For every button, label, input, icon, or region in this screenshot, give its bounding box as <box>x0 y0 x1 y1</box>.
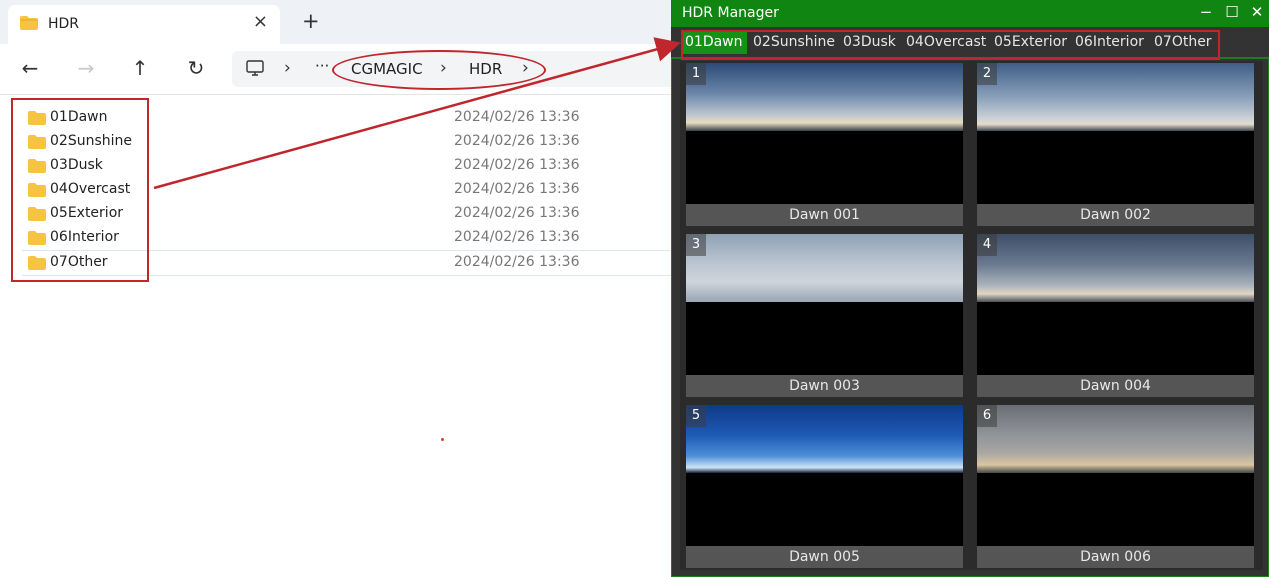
more-icon[interactable]: ··· <box>315 57 329 75</box>
hdr-card-dawn-006[interactable]: 6 Dawn 006 <box>977 405 1254 568</box>
forward-arrow-icon[interactable]: → <box>74 56 98 80</box>
folder-date: 2024/02/26 13:36 <box>454 157 580 173</box>
annotation-highlight-tabs <box>681 30 1220 60</box>
file-explorer-window: HDR × + ← → ↑ ↻ › ··· CGMAGIC › HDR › 01… <box>0 0 682 577</box>
annotation-highlight-breadcrumb <box>332 50 546 90</box>
hdr-card-dawn-004[interactable]: 4 Dawn 004 <box>977 234 1254 397</box>
hdr-thumbnail-image <box>686 405 963 473</box>
hdr-thumbnail-grid: 1 Dawn 001 2 Dawn 002 3 Dawn 003 4 Dawn … <box>680 61 1263 570</box>
maximize-icon[interactable]: ☐ <box>1223 3 1241 21</box>
card-number: 1 <box>686 63 706 85</box>
card-label: Dawn 002 <box>977 204 1254 226</box>
card-label: Dawn 003 <box>686 375 963 397</box>
red-dot-marker <box>441 438 444 441</box>
back-arrow-icon[interactable]: ← <box>18 56 42 80</box>
hdr-thumbnail-image <box>977 63 1254 131</box>
annotation-highlight-folders <box>11 98 149 282</box>
hdr-thumbnail-image <box>977 405 1254 473</box>
hdr-card-dawn-005[interactable]: 5 Dawn 005 <box>686 405 963 568</box>
explorer-tab-hdr[interactable]: HDR × <box>8 5 280 44</box>
hdr-thumbnail-image <box>977 234 1254 302</box>
new-tab-icon[interactable]: + <box>302 9 320 33</box>
tab-title: HDR <box>48 16 80 32</box>
card-number: 3 <box>686 234 706 256</box>
hdr-manager-titlebar[interactable]: HDR Manager − ☐ ✕ <box>671 0 1269 27</box>
hdr-manager-window: HDR Manager − ☐ ✕ 01Dawn 02Sunshine 03Du… <box>671 0 1269 577</box>
hdr-thumbnail-image <box>686 234 963 302</box>
card-number: 4 <box>977 234 997 256</box>
folder-date: 2024/02/26 13:36 <box>454 109 580 125</box>
hdr-card-dawn-001[interactable]: 1 Dawn 001 <box>686 63 963 226</box>
computer-icon[interactable] <box>246 60 264 77</box>
card-label: Dawn 005 <box>686 546 963 568</box>
close-icon[interactable]: ✕ <box>1248 3 1266 21</box>
chevron-right-icon: › <box>284 58 291 78</box>
card-number: 5 <box>686 405 706 427</box>
folder-date: 2024/02/26 13:36 <box>454 205 580 221</box>
card-label: Dawn 006 <box>977 546 1254 568</box>
folder-date: 2024/02/26 13:36 <box>454 229 580 245</box>
refresh-icon[interactable]: ↻ <box>184 56 208 80</box>
hdr-card-dawn-003[interactable]: 3 Dawn 003 <box>686 234 963 397</box>
card-number: 6 <box>977 405 997 427</box>
up-arrow-icon[interactable]: ↑ <box>128 56 152 80</box>
window-title: HDR Manager <box>682 5 779 21</box>
folder-date: 2024/02/26 13:36 <box>454 133 580 149</box>
card-label: Dawn 004 <box>977 375 1254 397</box>
card-number: 2 <box>977 63 997 85</box>
explorer-tab-bar: HDR × + <box>0 0 671 44</box>
folder-date: 2024/02/26 13:36 <box>454 181 580 197</box>
hdr-card-dawn-002[interactable]: 2 Dawn 002 <box>977 63 1254 226</box>
folder-icon <box>20 16 38 30</box>
close-tab-icon[interactable]: × <box>253 11 268 32</box>
card-label: Dawn 001 <box>686 204 963 226</box>
folder-date: 2024/02/26 13:36 <box>454 254 580 270</box>
minimize-icon[interactable]: − <box>1197 3 1215 21</box>
hdr-thumbnail-image <box>686 63 963 131</box>
